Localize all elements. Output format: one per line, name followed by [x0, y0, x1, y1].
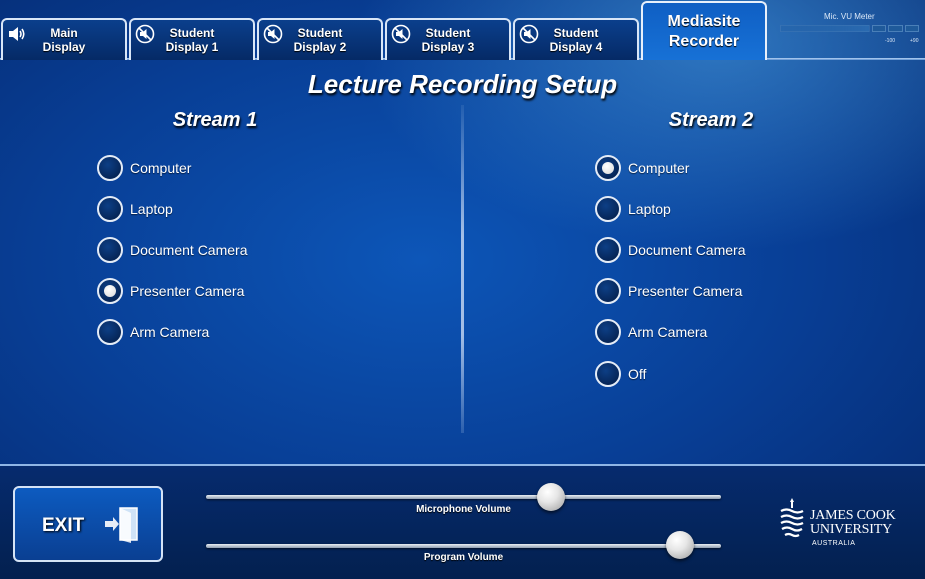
radio-button[interactable] [595, 319, 621, 345]
mic-vu-meter: Mic. VU Meter -100 +90 [780, 10, 922, 48]
stream-2-option-computer[interactable]: Computer [595, 155, 689, 181]
program-volume-label: Program Volume [423, 552, 504, 563]
lecture-recording-screen: Main Display Student Display 1 Student D… [0, 0, 925, 579]
vu-meter-segment [888, 25, 903, 32]
radio-button[interactable] [595, 155, 621, 181]
speaker-icon [7, 24, 27, 44]
program-volume-slider[interactable] [206, 544, 721, 548]
stream-1-option-arm-camera[interactable]: Arm Camera [97, 319, 209, 345]
option-label: Computer [130, 160, 192, 176]
radio-button[interactable] [97, 319, 123, 345]
speaker-muted-icon [263, 24, 283, 44]
speaker-muted-icon [391, 24, 411, 44]
microphone-volume-slider[interactable] [206, 495, 721, 499]
option-label: Laptop [628, 201, 671, 217]
radio-button[interactable] [595, 196, 621, 222]
tab-mediasite-recorder[interactable]: Mediasite Recorder [641, 1, 767, 60]
tab-label: Student Display 2 [293, 26, 347, 54]
tab-label: Mediasite Recorder [667, 12, 741, 50]
microphone-volume-label: Microphone Volume [416, 504, 511, 515]
tab-student-display-3[interactable]: Student Display 3 [385, 18, 511, 60]
option-label: Computer [628, 160, 690, 176]
tab-label: Student Display 4 [549, 26, 603, 54]
radio-button[interactable] [595, 237, 621, 263]
page-title: Lecture Recording Setup [307, 69, 618, 99]
vu-scale-min: -100 [885, 38, 896, 44]
exit-button[interactable]: EXIT [13, 486, 163, 562]
vu-meter-label: Mic. VU Meter [824, 12, 875, 21]
option-label: Off [628, 366, 647, 382]
exit-label: EXIT [42, 515, 85, 536]
vu-meter-segment [872, 25, 886, 32]
vu-scale-max: +90 [910, 38, 919, 44]
column-divider [461, 105, 464, 433]
exit-door-icon [103, 504, 143, 544]
radio-button[interactable] [595, 361, 621, 387]
speaker-muted-icon [519, 24, 539, 44]
tab-main-display[interactable]: Main Display [1, 18, 127, 60]
vu-meter-segment [905, 25, 919, 32]
stream-2-option-off[interactable]: Off [595, 361, 646, 387]
radio-button[interactable] [97, 278, 123, 304]
stream-1-title: Stream 1 [172, 109, 258, 131]
radio-button[interactable] [97, 196, 123, 222]
option-label: Document Camera [628, 242, 746, 258]
stream-2-option-laptop[interactable]: Laptop [595, 196, 671, 222]
option-label: Document Camera [130, 242, 248, 258]
tab-label: Student Display 1 [165, 26, 219, 54]
university-crest-icon [778, 496, 806, 540]
stream-1-option-document-camera[interactable]: Document Camera [97, 237, 248, 263]
tab-label: Main Display [42, 26, 86, 54]
stream-2-title: Stream 2 [668, 109, 754, 131]
tab-label: Student Display 3 [421, 26, 475, 54]
option-label: Arm Camera [130, 324, 210, 340]
stream-2-option-presenter-camera[interactable]: Presenter Camera [595, 278, 742, 304]
logo-text-line-2: UNIVERSITY [810, 522, 892, 537]
stream-1-option-presenter-camera[interactable]: Presenter Camera [97, 278, 244, 304]
speaker-muted-icon [135, 24, 155, 44]
option-label: Arm Camera [628, 324, 708, 340]
vu-meter-track [780, 25, 870, 32]
option-label: Presenter Camera [628, 283, 743, 299]
option-label: Laptop [130, 201, 173, 217]
tab-bar: Main Display Student Display 1 Student D… [0, 0, 925, 60]
tab-student-display-1[interactable]: Student Display 1 [129, 18, 255, 60]
tab-student-display-4[interactable]: Student Display 4 [513, 18, 639, 60]
stream-1-option-laptop[interactable]: Laptop [97, 196, 173, 222]
radio-button[interactable] [97, 237, 123, 263]
stream-2-option-arm-camera[interactable]: Arm Camera [595, 319, 707, 345]
tab-student-display-2[interactable]: Student Display 2 [257, 18, 383, 60]
james-cook-university-logo: JAMES COOK UNIVERSITY AUSTRALIA [778, 496, 918, 552]
radio-button[interactable] [595, 278, 621, 304]
stream-1-option-computer[interactable]: Computer [97, 155, 191, 181]
stream-2-option-document-camera[interactable]: Document Camera [595, 237, 746, 263]
radio-button[interactable] [97, 155, 123, 181]
option-label: Presenter Camera [130, 283, 245, 299]
logo-text-line-3: AUSTRALIA [812, 540, 856, 547]
